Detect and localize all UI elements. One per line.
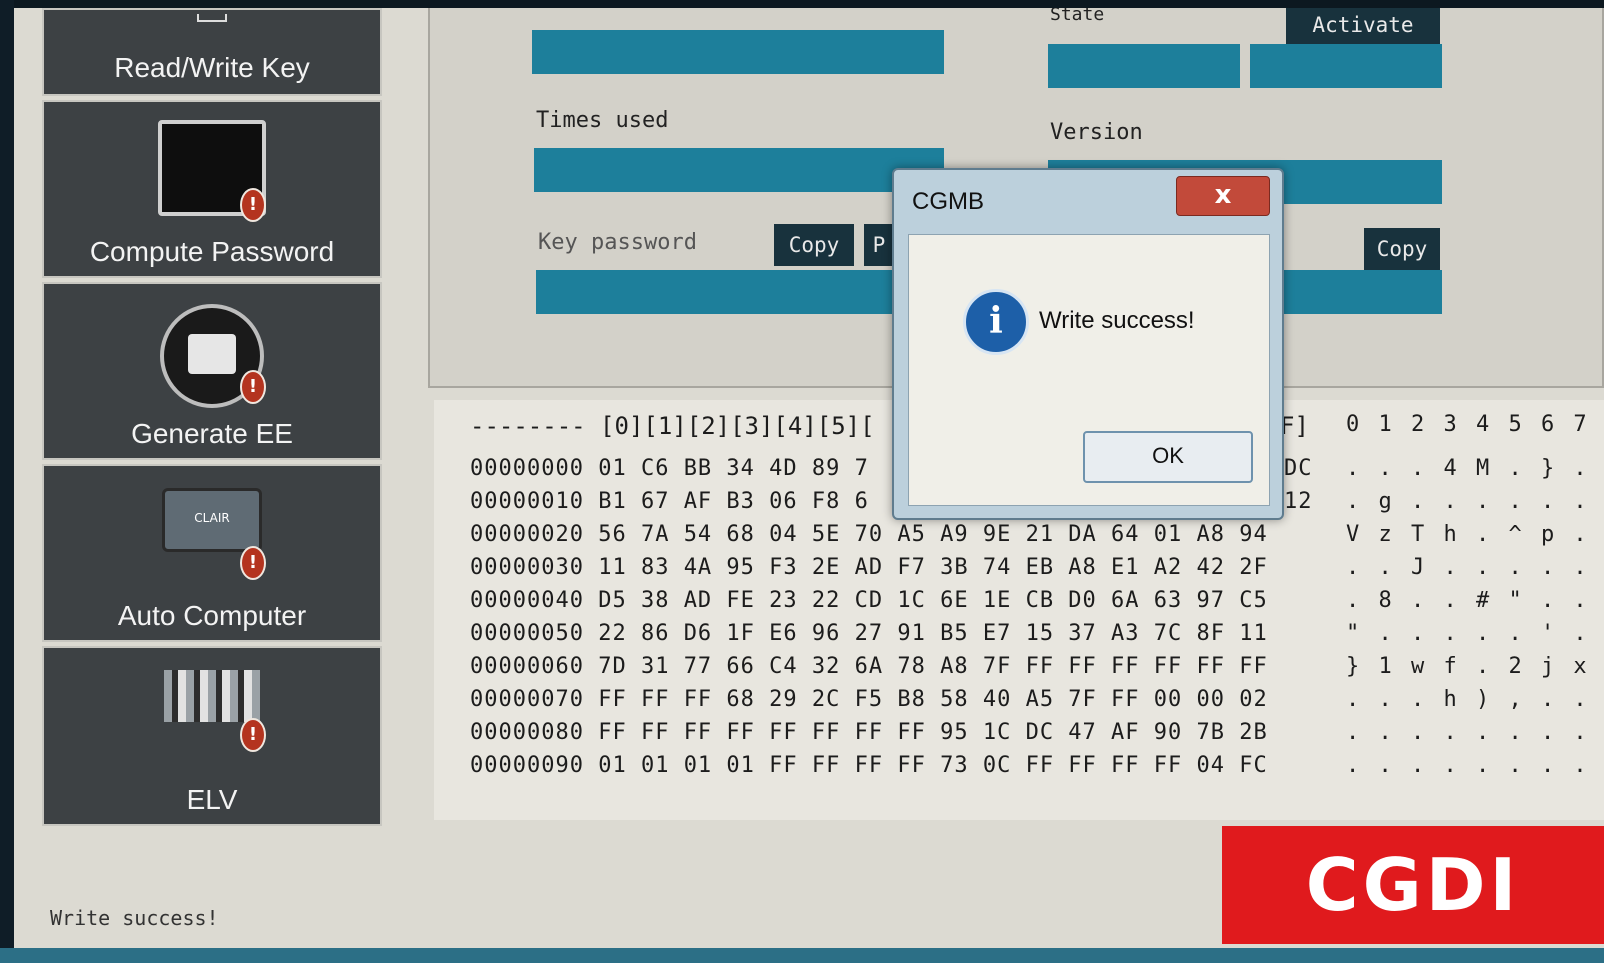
hex-row-address: 00000070 [470, 687, 599, 712]
hex-row-ascii: . 8 . . # " . . [1346, 588, 1590, 613]
copy-button[interactable]: Copy [774, 224, 854, 266]
ascii-column-header: 0 1 2 3 4 5 6 7 [1346, 412, 1590, 437]
hex-row-address: 00000060 [470, 654, 599, 679]
cgdi-logo: CGDI [1222, 826, 1604, 944]
hex-row-address: 00000010 [470, 489, 599, 514]
state-field[interactable] [1048, 44, 1240, 88]
hex-row-ascii: . . . 4 M . } . [1346, 456, 1590, 481]
hex-row: 00000020 56 7A 54 68 04 5E 70 A5 A9 9E 2… [470, 522, 1268, 547]
sidebar: Read/Write Key ! Compute Password ! Gene… [32, 8, 412, 848]
hex-column-header: -------- [0][1][2][3][4][5][ [470, 412, 875, 440]
status-bar: Write success! [28, 886, 1228, 946]
warning-badge-icon: ! [240, 718, 266, 752]
sidebar-item-elv[interactable]: ! ELV [42, 646, 382, 826]
sidebar-item-read-write-key[interactable]: Read/Write Key [42, 8, 382, 96]
state-field-2[interactable] [1250, 44, 1442, 88]
hex-row-bytes: 7D 31 77 66 C4 32 6A 78 A8 7F FF FF FF F… [598, 654, 1268, 679]
hex-row-bytes: 11 83 4A 95 F3 2E AD F7 3B 74 EB A8 E1 A… [598, 555, 1268, 580]
hex-row-bytes: 56 7A 54 68 04 5E 70 A5 A9 9E 21 DA 64 0… [598, 522, 1268, 547]
field-top-left[interactable] [532, 30, 944, 74]
hex-row-address: 00000090 [470, 753, 599, 778]
copy-button-right[interactable]: Copy [1364, 228, 1440, 270]
steering-lock-icon [164, 670, 260, 722]
hex-row-bytes: 01 01 01 01 FF FF FF FF 73 0C FF FF FF F… [598, 753, 1268, 778]
key-icon [197, 14, 227, 22]
ecu-icon: CLAIR [162, 488, 262, 552]
monitor-bezel-left [0, 0, 14, 963]
taskbar [0, 948, 1604, 963]
hex-row-ascii: . . . h ) , . . [1346, 687, 1590, 712]
hex-row: 00000010 B1 67 AF B3 06 F8 6 [470, 489, 869, 514]
times-used-field[interactable] [534, 148, 944, 192]
activate-button[interactable]: Activate [1286, 8, 1440, 44]
hex-row-address: 00000030 [470, 555, 599, 580]
hex-row-ascii: . . J . . . . . [1346, 555, 1590, 580]
hex-row-ascii: . g . . . . . . [1346, 489, 1590, 514]
hex-row-ascii: . . . . . . . . [1346, 753, 1590, 778]
dialog-title: CGMB [912, 188, 984, 215]
sidebar-item-compute-password[interactable]: ! Compute Password [42, 100, 382, 278]
state-label: State [1050, 8, 1105, 25]
hex-row-tail: DC [1284, 456, 1313, 481]
hex-row: 00000070 FF FF FF 68 29 2C F5 B8 58 40 A… [470, 687, 1268, 712]
hex-row-tail: 12 [1284, 489, 1313, 514]
partial-button[interactable]: P [864, 224, 894, 266]
app-window: Read/Write Key ! Compute Password ! Gene… [14, 8, 1604, 954]
hex-row: 00000000 01 C6 BB 34 4D 89 7 [470, 456, 869, 481]
status-message: Write success! [50, 906, 219, 930]
dialog-message: Write success! [1039, 307, 1195, 334]
sidebar-item-label: Read/Write Key [114, 52, 310, 83]
hex-row-address: 00000050 [470, 621, 599, 646]
ok-button[interactable]: OK [1083, 431, 1253, 483]
hex-row-ascii: . . . . . . . . [1346, 720, 1590, 745]
hex-row-bytes: 01 C6 BB 34 4D 89 7 [598, 456, 869, 481]
hex-row-ascii: " . . . . . ' . [1346, 621, 1590, 646]
hex-row: 00000060 7D 31 77 66 C4 32 6A 78 A8 7F F… [470, 654, 1268, 679]
version-label: Version [1050, 120, 1143, 145]
dialog-body: i Write success! OK [908, 234, 1270, 506]
warning-badge-icon: ! [240, 370, 266, 404]
warning-badge-icon: ! [240, 546, 266, 580]
hex-row: 00000090 01 01 01 01 FF FF FF FF 73 0C F… [470, 753, 1268, 778]
message-dialog: CGMB x i Write success! OK [892, 168, 1284, 520]
warning-badge-icon: ! [240, 188, 266, 222]
times-used-label: Times used [536, 108, 669, 133]
hex-row-address: 00000000 [470, 456, 599, 481]
hex-row-bytes: D5 38 AD FE 23 22 CD 1C 6E 1E CB D0 6A 6… [598, 588, 1268, 613]
sidebar-item-label: ELV [186, 784, 238, 815]
hex-row-bytes: FF FF FF FF FF FF FF FF 95 1C DC 47 AF 9… [598, 720, 1268, 745]
sidebar-item-label: Generate EE [131, 418, 293, 449]
hex-row: 00000030 11 83 4A 95 F3 2E AD F7 3B 74 E… [470, 555, 1268, 580]
hex-row-address: 00000040 [470, 588, 599, 613]
hex-row-bytes: B1 67 AF B3 06 F8 6 [598, 489, 869, 514]
hex-row-bytes: 22 86 D6 1F E6 96 27 91 B5 E7 15 37 A3 7… [598, 621, 1268, 646]
hex-row: 00000040 D5 38 AD FE 23 22 CD 1C 6E 1E C… [470, 588, 1268, 613]
info-icon: i [963, 289, 1029, 355]
hex-row-address: 00000020 [470, 522, 599, 547]
sidebar-item-generate-ee[interactable]: ! Generate EE [42, 282, 382, 460]
hex-row-ascii: V z T h . ^ p . [1346, 522, 1590, 547]
sidebar-item-label: Auto Computer [117, 600, 307, 631]
hex-row-address: 00000080 [470, 720, 599, 745]
sidebar-item-auto-computer[interactable]: CLAIR ! Auto Computer [42, 464, 382, 642]
close-icon[interactable]: x [1176, 176, 1270, 216]
sidebar-item-label: Compute Password [89, 236, 335, 267]
hex-column-header-end: F] [1280, 412, 1309, 440]
hex-row-ascii: } 1 w f . 2 j x [1346, 654, 1590, 679]
hex-row: 00000080 FF FF FF FF FF FF FF FF 95 1C D… [470, 720, 1268, 745]
hex-row: 00000050 22 86 D6 1F E6 96 27 91 B5 E7 1… [470, 621, 1268, 646]
key-password-label: Key password [538, 230, 697, 255]
hex-row-bytes: FF FF FF 68 29 2C F5 B8 58 40 A5 7F FF 0… [598, 687, 1268, 712]
